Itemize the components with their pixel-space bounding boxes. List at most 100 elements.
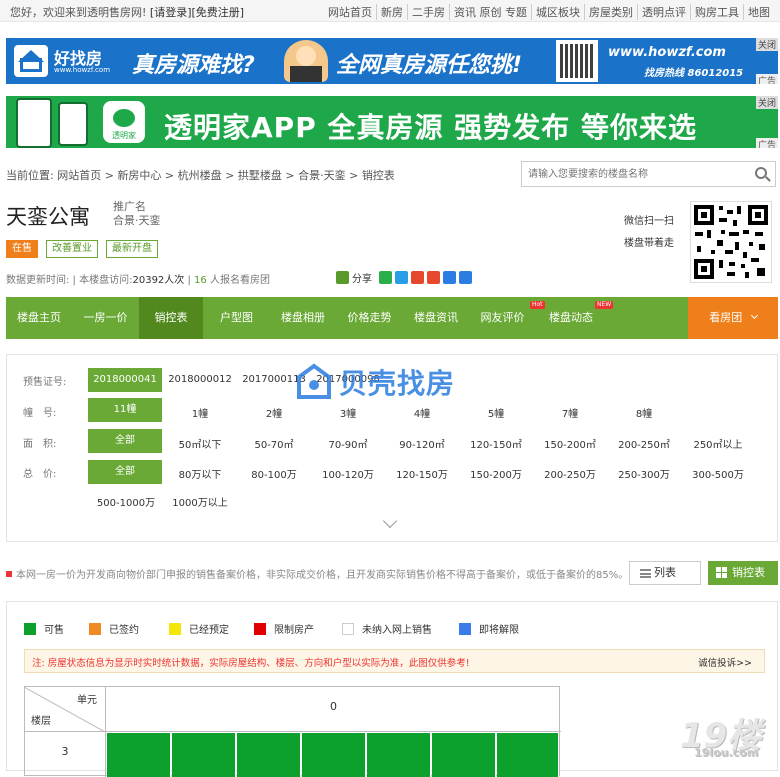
- breadcrumb-link[interactable]: 杭州楼盘: [178, 169, 222, 182]
- chevron-down-icon: [750, 311, 758, 320]
- legend-item: 已经预定: [169, 621, 254, 636]
- area-option[interactable]: 50㎡以下: [165, 436, 235, 451]
- search-icon[interactable]: [755, 167, 767, 179]
- toplink-tools[interactable]: 购房工具: [690, 4, 743, 20]
- nav-album[interactable]: 楼盘相册: [270, 297, 336, 339]
- nav-price-list[interactable]: 一房一价: [72, 297, 139, 339]
- toplink-district[interactable]: 城区板块: [531, 4, 584, 20]
- price-option[interactable]: 1000万以上: [165, 494, 235, 509]
- breadcrumb-link[interactable]: 拱墅楼盘: [238, 169, 282, 182]
- price-option[interactable]: 80-100万: [239, 466, 309, 481]
- nav-news[interactable]: 楼盘资讯: [403, 297, 469, 339]
- search-input[interactable]: [522, 162, 742, 186]
- price-option[interactable]: 200-250万: [535, 466, 605, 481]
- wechat-line2: 楼盘带着走: [624, 238, 674, 249]
- complaint-link[interactable]: 诚信投诉>>: [698, 655, 752, 669]
- room-cell-available[interactable]: [432, 733, 496, 777]
- room-cell-available[interactable]: [172, 733, 236, 777]
- legend-swatch: [342, 622, 354, 635]
- list-view-button[interactable]: 列表: [629, 561, 701, 585]
- renren-icon[interactable]: [443, 271, 456, 284]
- search-box: [521, 161, 776, 187]
- price-option[interactable]: 250-300万: [609, 466, 679, 481]
- room-cell-available[interactable]: [107, 733, 171, 777]
- area-option[interactable]: 70-90㎡: [313, 436, 383, 451]
- banner2-close-button[interactable]: 关闭: [755, 96, 778, 109]
- room-cell-available[interactable]: [497, 733, 559, 777]
- tag-badge: 改善置业: [46, 240, 98, 258]
- breadcrumb-link[interactable]: 网站首页: [57, 169, 101, 182]
- app-name: 透明家: [112, 131, 136, 140]
- signup-label[interactable]: 人报名看房团: [210, 275, 270, 286]
- area-option[interactable]: 全部: [88, 429, 162, 453]
- nav-sales-control[interactable]: 销控表: [139, 297, 203, 339]
- price-option[interactable]: 100-120万: [313, 466, 383, 481]
- nav-reviews[interactable]: 网友评价: [469, 297, 536, 339]
- toplink-new[interactable]: 新房: [376, 4, 407, 20]
- legend-item: 限制房产: [254, 621, 342, 636]
- wechat-icon[interactable]: [379, 271, 392, 284]
- toplink-second-hand[interactable]: 二手房: [407, 4, 449, 20]
- area-option[interactable]: 200-250㎡: [609, 436, 679, 451]
- building-option[interactable]: 4幢: [387, 405, 457, 420]
- area-option[interactable]: 90-120㎡: [387, 436, 457, 451]
- login-link[interactable]: [请登录]: [150, 6, 192, 19]
- phone-icon: [58, 102, 88, 146]
- ad-banner-app[interactable]: 透明家 透明家APP 全真房源 强势发布 等你来选 关闭 广告: [6, 96, 778, 148]
- price-option[interactable]: 500-1000万: [91, 494, 161, 509]
- house-tour-button[interactable]: 看房团: [688, 297, 778, 339]
- price-option[interactable]: 全部: [88, 460, 162, 484]
- ad-banner-howzf[interactable]: 好找房 www.howzf.com 真房源难找? 全网真房源任您挑! www.h…: [6, 38, 778, 84]
- toplink-home[interactable]: 网站首页: [324, 4, 376, 20]
- list-view-label: 列表: [654, 566, 676, 579]
- table-view-button[interactable]: 销控表: [708, 561, 778, 585]
- weibo-icon[interactable]: [411, 271, 424, 284]
- toplink-news[interactable]: 资讯 原创 专题: [449, 4, 531, 20]
- tencent-weibo-icon[interactable]: [427, 271, 440, 284]
- presale-option[interactable]: 2018000041: [88, 368, 162, 392]
- qzone-icon[interactable]: [395, 271, 408, 284]
- building-option[interactable]: 2幢: [239, 405, 309, 420]
- price-option[interactable]: 80万以下: [165, 466, 235, 481]
- toplink-review[interactable]: 透明点评: [637, 4, 690, 20]
- area-option[interactable]: 50-70㎡: [239, 436, 309, 451]
- banner-slogan-2: 全网真房源任您挑!: [336, 53, 523, 78]
- price-option[interactable]: 120-150万: [387, 466, 457, 481]
- legend-item: 可售: [24, 621, 89, 636]
- breadcrumb-prefix: 当前位置:: [6, 169, 54, 182]
- area-option[interactable]: 150-200㎡: [535, 436, 605, 451]
- price-option[interactable]: 300-500万: [683, 466, 753, 481]
- building-option[interactable]: 7幢: [535, 405, 605, 420]
- nav-floor-plan[interactable]: 户型图: [203, 297, 270, 339]
- share-label[interactable]: 分享: [352, 270, 372, 285]
- house-logo-icon: [14, 45, 48, 77]
- nav-price-trend[interactable]: 价格走势: [336, 297, 403, 339]
- building-option[interactable]: 1幢: [165, 405, 235, 420]
- register-link[interactable]: [免费注册]: [192, 6, 245, 19]
- room-cell-available[interactable]: [367, 733, 431, 777]
- price-label: 总 价:: [23, 469, 57, 480]
- breadcrumb-link[interactable]: 合景·天銮: [298, 169, 346, 182]
- breadcrumb-link[interactable]: 新房中心: [117, 169, 161, 182]
- nav-home[interactable]: 楼盘主页: [6, 297, 72, 339]
- room-cell-available[interactable]: [237, 733, 301, 777]
- area-option[interactable]: 120-150㎡: [461, 436, 531, 451]
- status-tags: 在售 改善置业 最新开盘: [6, 240, 158, 258]
- meta-line: 数据更新时间: | 本楼盘访问:20392人次 | 16 人报名看房团: [6, 275, 270, 286]
- building-option[interactable]: 5幢: [461, 405, 531, 420]
- building-option[interactable]: 3幢: [313, 405, 383, 420]
- area-option[interactable]: 250㎡以上: [683, 436, 753, 451]
- toplink-map[interactable]: 地图: [743, 4, 774, 20]
- share-bar: 分享: [336, 270, 472, 285]
- price-option[interactable]: 150-200万: [461, 466, 531, 481]
- banner-close-button[interactable]: 关闭: [755, 38, 778, 51]
- room-cell-available[interactable]: [302, 733, 366, 777]
- toplink-category[interactable]: 房屋类别: [584, 4, 637, 20]
- promo-label: 推广名: [113, 200, 146, 213]
- unit-number: 0: [106, 687, 561, 732]
- plus-icon[interactable]: [336, 271, 349, 284]
- presale-option[interactable]: 2018000012: [165, 374, 235, 385]
- building-option[interactable]: 8幢: [609, 405, 679, 420]
- more-share-icon[interactable]: [459, 271, 472, 284]
- building-option[interactable]: 11幢: [88, 398, 162, 422]
